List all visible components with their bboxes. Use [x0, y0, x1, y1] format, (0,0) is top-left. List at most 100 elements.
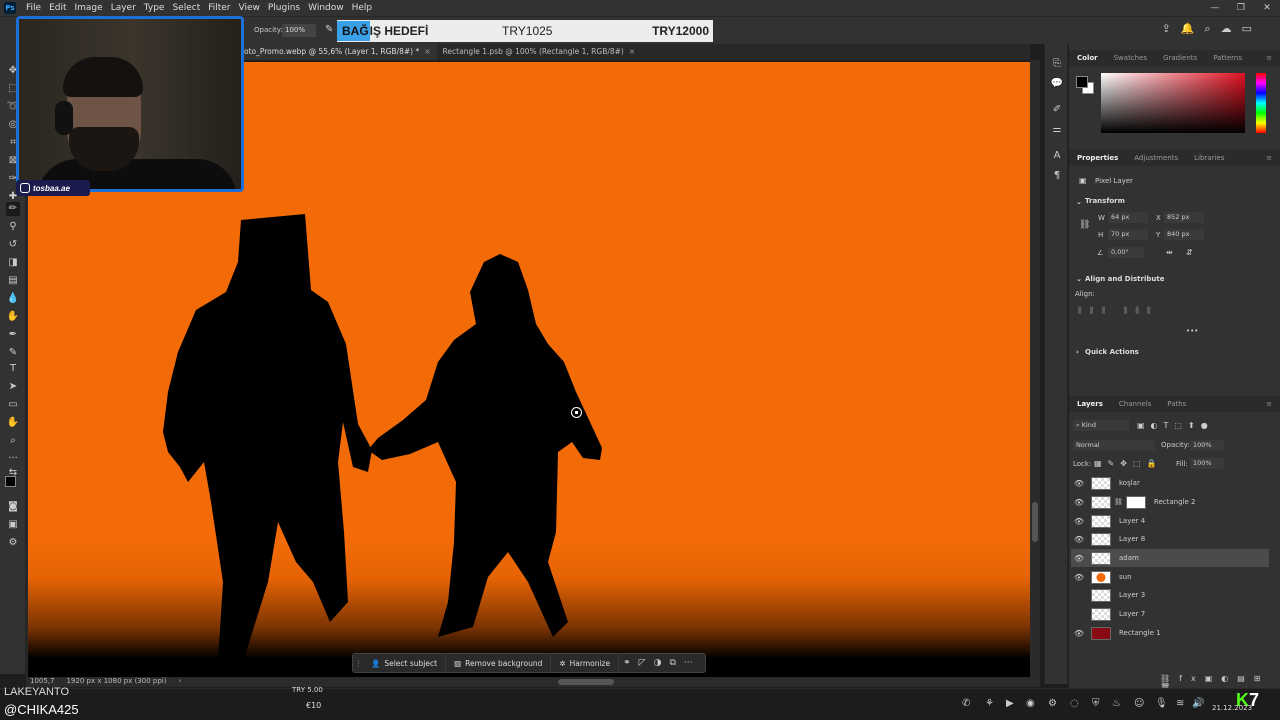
eye-icon[interactable]: 👁: [1071, 517, 1087, 526]
hue-slider[interactable]: [1256, 73, 1266, 133]
align-more-icon[interactable]: •••: [1186, 327, 1198, 335]
paragraph-icon[interactable]: ¶: [1050, 170, 1064, 184]
layer-filter-icons[interactable]: ▣◐T⬚⬆●: [1137, 421, 1214, 430]
menu-file[interactable]: File: [22, 3, 45, 13]
layer-row[interactable]: 👁 ⛓ Rectangle 2: [1071, 493, 1269, 511]
restore-button[interactable]: ❐: [1228, 0, 1254, 16]
align-chevron-icon[interactable]: ⌄: [1076, 275, 1082, 283]
tab-gradients[interactable]: Gradients: [1155, 54, 1205, 62]
menu-layer[interactable]: Layer: [107, 3, 140, 13]
layer-row[interactable]: 👁 adam: [1071, 549, 1269, 567]
discord-icon[interactable]: ☺: [1134, 698, 1144, 709]
steam-icon[interactable]: ♨: [1112, 698, 1121, 709]
pen-path-icon[interactable]: ✎: [6, 346, 20, 360]
eye-hidden-icon[interactable]: ·: [1071, 610, 1087, 619]
layer-row[interactable]: 👁 Rectangle 1: [1071, 624, 1269, 642]
cloud-icon[interactable]: ☁: [1221, 22, 1232, 36]
eye-icon[interactable]: 👁: [1071, 535, 1087, 544]
brush-tool-icon[interactable]: ✏: [6, 202, 20, 216]
history-icon[interactable]: ⎘: [1050, 58, 1064, 72]
harmonize-button[interactable]: ✲ Harmonize: [551, 655, 620, 671]
flip-vertical-icon[interactable]: ⇵: [1186, 248, 1193, 257]
tab-adjustments[interactable]: Adjustments: [1126, 154, 1186, 162]
menu-help[interactable]: Help: [348, 3, 377, 13]
zoom-tool-icon[interactable]: ⌕: [6, 434, 20, 448]
foreground-color-swatch[interactable]: [5, 476, 16, 487]
fill-input[interactable]: 100%: [1190, 458, 1224, 469]
foreground-color-swatch[interactable]: [1076, 76, 1088, 88]
close-icon[interactable]: ×: [629, 47, 635, 56]
menu-window[interactable]: Window: [304, 3, 348, 13]
play-icon[interactable]: ▶: [1006, 698, 1014, 709]
network-tray-icon[interactable]: ◌: [1070, 698, 1079, 709]
eye-icon[interactable]: 👁: [1071, 498, 1087, 507]
stamp-tool-icon[interactable]: ⚲: [6, 220, 20, 234]
mic-icon[interactable]: 🎙: [1155, 698, 1168, 709]
pen-tool-icon[interactable]: ✒: [6, 328, 20, 342]
record-icon[interactable]: ◉: [1026, 698, 1035, 709]
bell-icon[interactable]: 🔔: [1181, 22, 1195, 36]
tab-swatches[interactable]: Swatches: [1106, 54, 1155, 62]
adjust-icon[interactable]: ⚌: [1050, 124, 1064, 138]
layer-row[interactable]: 👁 koşlar: [1071, 474, 1269, 492]
hand-tool-icon[interactable]: ✋: [6, 416, 20, 430]
tab-promo[interactable]: oto_Promo.webp @ 55,6% (Layer 1, RGB/8#)…: [238, 44, 437, 60]
comments-icon[interactable]: 💬: [1050, 78, 1064, 92]
panel-menu-icon[interactable]: ≡: [1258, 400, 1280, 408]
type-tool-icon[interactable]: T: [6, 362, 20, 376]
tab-rectangle[interactable]: Rectangle 1.psb @ 100% (Rectangle 1, RGB…: [437, 44, 642, 60]
share-icon[interactable]: ⇪: [1162, 22, 1171, 36]
menu-edit[interactable]: Edit: [45, 3, 70, 13]
screen-mode-icon[interactable]: ▣: [6, 518, 20, 532]
close-icon[interactable]: ×: [424, 47, 430, 56]
angle-input[interactable]: 0,00°: [1108, 247, 1144, 258]
adjustment-icon[interactable]: ◑: [650, 658, 666, 668]
lock-icons[interactable]: ▦✎✥⬚🔒: [1094, 459, 1162, 468]
flip-horizontal-icon[interactable]: ⇹: [1166, 248, 1173, 257]
eye-icon[interactable]: 👁: [1071, 554, 1087, 563]
select-subject-button[interactable]: 👤 Select subject: [363, 655, 447, 671]
layer-row[interactable]: · Layer 3: [1071, 586, 1269, 604]
quick-actions-heading[interactable]: Quick Actions: [1085, 348, 1139, 356]
width-input[interactable]: 64 px: [1108, 212, 1148, 223]
quick-actions-chevron-icon[interactable]: ›: [1076, 348, 1079, 356]
pressure-opacity-icon[interactable]: ✎: [325, 24, 333, 35]
eye-icon[interactable]: 👁: [1071, 629, 1087, 638]
antivirus-icon[interactable]: ⛨: [1092, 698, 1100, 709]
crop-icon[interactable]: ⧉: [665, 658, 679, 668]
opacity-input[interactable]: 100%: [282, 24, 316, 37]
tab-paths[interactable]: Paths: [1159, 400, 1194, 408]
workspace-icon[interactable]: ▭: [1242, 22, 1252, 36]
dodge-tool-icon[interactable]: ✋: [6, 310, 20, 324]
layer-mask-thumbnail[interactable]: [1125, 495, 1146, 509]
rectangle-tool-icon[interactable]: ▭: [6, 398, 20, 412]
history-brush-tool-icon[interactable]: ↺: [6, 238, 20, 252]
settings-tray-icon[interactable]: ⚙: [1048, 698, 1057, 709]
menu-filter[interactable]: Filter: [204, 3, 234, 13]
status-arrow[interactable]: ›: [178, 677, 181, 687]
remove-background-button[interactable]: ▨ Remove background: [446, 655, 552, 671]
blur-tool-icon[interactable]: 💧: [6, 292, 20, 306]
layer-row[interactable]: · Layer 7: [1071, 605, 1269, 623]
edit-toolbar-icon[interactable]: ⚙: [6, 536, 20, 550]
tab-color[interactable]: Color: [1069, 54, 1106, 62]
eraser-tool-icon[interactable]: ◨: [6, 256, 20, 270]
tab-patterns[interactable]: Patterns: [1205, 54, 1250, 62]
layer-filter-select[interactable]: ⌕ Kind: [1073, 420, 1129, 431]
quick-mask-icon[interactable]: ◙: [6, 500, 20, 514]
drag-handle-icon[interactable]: ⋮: [355, 659, 363, 668]
path-select-tool-icon[interactable]: ➤: [6, 380, 20, 394]
color-picker-field[interactable]: [1101, 73, 1245, 133]
vertical-scrollbar[interactable]: [1030, 60, 1040, 677]
volume-icon[interactable]: 🔊: [1192, 698, 1204, 709]
character-icon[interactable]: A: [1050, 150, 1064, 164]
blend-mode-select[interactable]: Normal: [1073, 440, 1155, 451]
menu-type[interactable]: Type: [140, 3, 169, 13]
layer-opacity-input[interactable]: 100%: [1190, 440, 1224, 451]
taskbar-clock[interactable]: 21.12.2023: [1212, 704, 1252, 712]
close-button[interactable]: ✕: [1254, 0, 1280, 16]
x-input[interactable]: 852 px: [1164, 212, 1204, 223]
tab-libraries[interactable]: Libraries: [1186, 154, 1232, 162]
y-input[interactable]: 840 px: [1164, 229, 1204, 240]
gradient-tool-icon[interactable]: ▤: [6, 274, 20, 288]
